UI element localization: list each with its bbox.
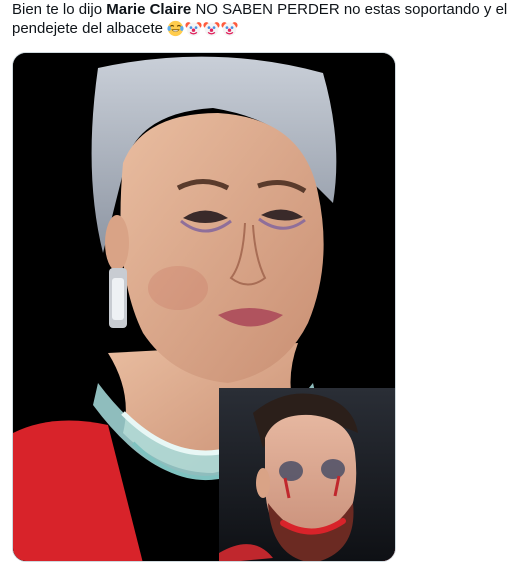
face-with-tears-of-joy-icon — [167, 20, 184, 37]
clown-face-icon — [203, 22, 220, 37]
tweet-text: Bien te lo dijo Marie Claire NO SABEN PE… — [12, 0, 522, 38]
inset-clown-photo — [219, 388, 395, 561]
clown-face-icon — [221, 22, 238, 37]
clown-face-icon — [185, 22, 202, 37]
meme-photo-image — [13, 53, 395, 561]
tweet-card: Bien te lo dijo Marie Claire NO SABEN PE… — [0, 0, 530, 570]
tweet-text-part1: Bien te lo dijo — [12, 1, 107, 18]
mention-bold-name: Marie Claire — [106, 1, 192, 18]
tweet-media-photo[interactable] — [12, 52, 396, 562]
emoji-row — [167, 20, 239, 37]
